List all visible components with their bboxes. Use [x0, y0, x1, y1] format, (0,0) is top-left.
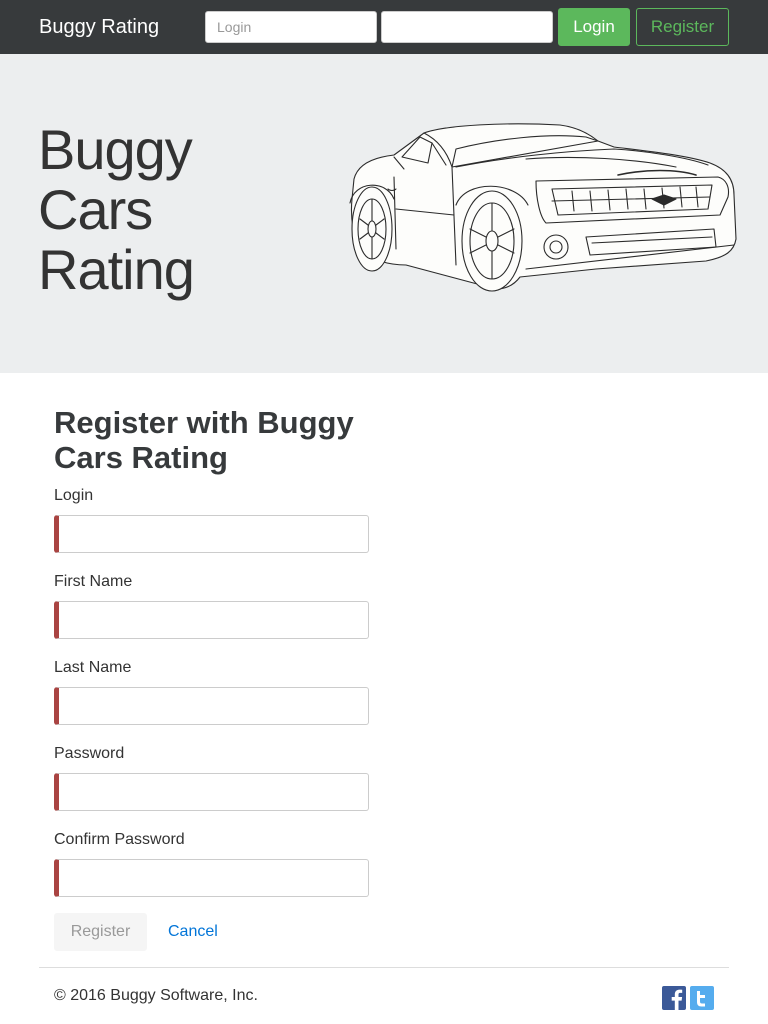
- navbar-password-input[interactable]: [381, 11, 553, 43]
- password-field[interactable]: [54, 773, 369, 811]
- hero-title-line: Buggy: [38, 118, 193, 181]
- facebook-icon[interactable]: [662, 986, 686, 1010]
- form-title: Register with Buggy Cars Rating: [54, 405, 354, 475]
- hero-banner: Buggy Cars Rating: [0, 54, 768, 373]
- last-name-field[interactable]: [54, 687, 369, 725]
- hero-title-line: Rating: [38, 238, 195, 301]
- navbar-login-input[interactable]: [205, 11, 377, 43]
- login-field[interactable]: [54, 515, 369, 553]
- first-name-label: First Name: [54, 573, 133, 590]
- navbar-login-button[interactable]: Login: [558, 8, 630, 46]
- first-name-field[interactable]: [54, 601, 369, 639]
- brand-link[interactable]: Buggy Rating: [39, 15, 159, 39]
- confirm-password-label: Confirm Password: [54, 831, 185, 848]
- register-button[interactable]: Register: [54, 913, 147, 951]
- confirm-password-field[interactable]: [54, 859, 369, 897]
- twitter-icon[interactable]: [690, 986, 714, 1010]
- top-navbar: Buggy Rating Login Register: [0, 0, 768, 54]
- hero-title: Buggy Cars Rating: [38, 120, 298, 300]
- footer-divider: [39, 967, 729, 968]
- last-name-label: Last Name: [54, 659, 132, 676]
- navbar-register-button[interactable]: Register: [636, 8, 729, 46]
- copyright-text: © 2016 Buggy Software, Inc.: [54, 987, 258, 1004]
- password-label: Password: [54, 745, 125, 762]
- car-illustration: [349, 123, 737, 292]
- cancel-link[interactable]: Cancel: [168, 922, 218, 942]
- login-label: Login: [54, 487, 94, 504]
- hero-title-line: Cars: [38, 178, 153, 241]
